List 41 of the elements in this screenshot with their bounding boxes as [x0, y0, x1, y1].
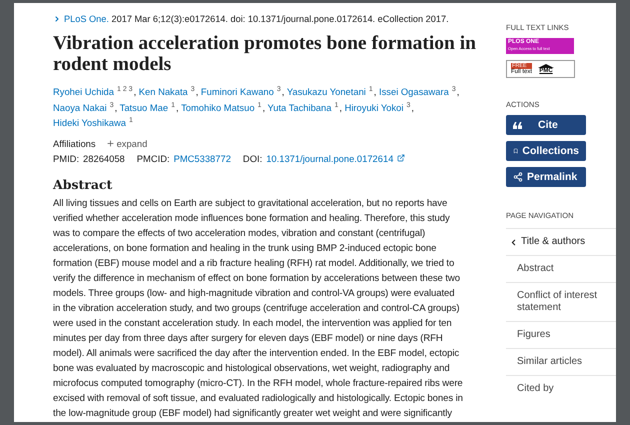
author-link[interactable]: Fuminori Kawano — [200, 86, 274, 98]
plus-icon — [106, 138, 115, 148]
nav-item[interactable]: Conflict of interest statement — [506, 282, 616, 321]
id-link[interactable]: PMC5338772 — [174, 152, 231, 164]
external-link-icon — [397, 154, 406, 162]
citation-line: PLoS One. 2017 Mar 6;12(3):e0172614. doi: 10.1371/journal.pone.0172614. eCollection 2017. — [53, 13, 449, 25]
expand-toggle[interactable]: expand — [106, 138, 148, 149]
affiliations-label: Affiliations — [53, 138, 96, 149]
author-link[interactable]: Tomohiko Matsuo — [181, 102, 255, 113]
nav-item[interactable]: Abstract — [506, 255, 616, 282]
chevron-right-icon — [53, 15, 61, 23]
author-link[interactable]: Naoya Nakai — [53, 102, 107, 113]
author-link[interactable]: Ken Nakata — [138, 86, 188, 98]
nav-item[interactable]: Cited by — [506, 375, 616, 402]
roof-icon — [538, 64, 554, 68]
article-title: Vibration acceleration promotes bone formation in rodent models — [53, 33, 477, 75]
id-value: 28264058 — [83, 152, 125, 164]
author-link[interactable]: Tatsuo Mae — [120, 102, 168, 113]
share-icon — [513, 172, 523, 182]
id-label: DOI: — [242, 152, 262, 164]
author-link[interactable]: Yuta Tachibana — [268, 102, 332, 113]
id-label: PMID: — [53, 152, 80, 164]
collections-button[interactable]: Collections — [506, 141, 586, 161]
author-link[interactable]: Hiroyuki Yokoi — [344, 102, 404, 113]
author-link[interactable]: Hideki Yoshikawa — [53, 117, 126, 128]
bookmark-icon — [513, 146, 518, 156]
id-label: PMCID: — [136, 152, 170, 164]
quote-icon — [513, 122, 522, 128]
nav-item[interactable]: Similar articles — [506, 348, 616, 375]
chevron-left-icon — [509, 238, 518, 246]
permalink-button[interactable]: Permalink — [506, 167, 586, 187]
author-link[interactable]: Issei Ogasawara — [379, 86, 449, 98]
nav-item[interactable]: Figures — [506, 321, 616, 348]
journal-link[interactable]: PLoS One. — [64, 14, 109, 24]
nav-item[interactable]: Title & authors — [506, 228, 616, 255]
author-link[interactable]: Yasukazu Yonetani — [286, 86, 366, 98]
author-link[interactable]: Ryohei Uchida — [53, 86, 114, 98]
cite-button[interactable]: Cite — [506, 115, 586, 135]
abstract-text: All living tissues and cells on Earth are subject to gravitational acceleration, but no reports have verified whether acceleration mode influences bone formation and healing. Therefore, this study was to compare the effects of two acceleration modes, vibration and constant (centrifugal) accelerations, on bone formation and healing in the trunk using BMP 2-induced ectopic bone formation (EBF) mouse model and a rib fracture healing (RFH) rat model. Additionally, we tried to verify the difference in mechanism of effect on bone formation by accelerations between these two models. Three groups (low- and high-magnitude vibration and control-VA groups) were evaluated in the vibration acceleration study, and two groups (centrifuge acceleration and control-CA groups) were used in the constant acceleration study. In each model, the intervention was applied for ten minutes per day from three days after surgery for eleven days (EBF model) or nine days (RFH model). All animals were sacrificed the day after the intervention ended. In the EBF model, ectopic bone was evaluated by macroscopic and histological observations, wet weight, radiography and microfocus computed tomography (micro-CT). In the RFH model, whole fracture-repaired ribs were excised with removal of soft tissue, and evaluated radiologically and histologically. Ectopic bones in the low-magnitude group (EBF model) had significantly greater wet weight and were significantly — [53, 196, 463, 421]
abstract-heading: Abstract — [53, 176, 114, 192]
id-link[interactable]: 10.1371/journal.pone.0172614 — [266, 152, 394, 164]
